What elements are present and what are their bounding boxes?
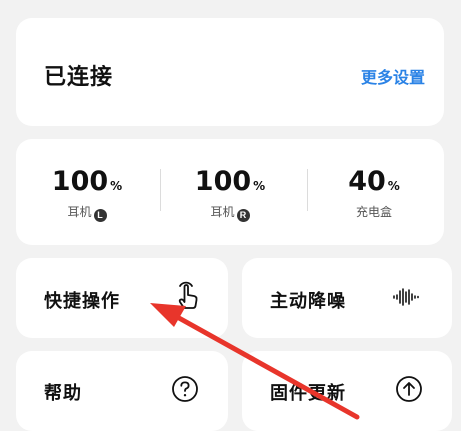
left-badge-icon: L [93, 209, 107, 222]
battery-right-earbud: 100% 耳机 R [159, 139, 301, 245]
question-circle-icon [172, 376, 198, 402]
battery-left-number: 100 [51, 166, 109, 197]
firmware-label: 固件更新 [270, 383, 346, 404]
battery-right-value: 100% [159, 166, 301, 202]
battery-case-label: 充电盒 [355, 205, 392, 219]
sound-wave-icon [393, 288, 419, 306]
battery-case-number: 40 [348, 166, 386, 197]
battery-right-label-text: 耳机 [210, 205, 235, 219]
battery-left-earbud: 100% 耳机 L [16, 139, 158, 245]
battery-right-label: 耳机 R [159, 205, 301, 222]
battery-right-number: 100 [194, 166, 252, 197]
right-badge-icon: R [236, 209, 250, 222]
battery-case: 40% 充电盒 [303, 139, 445, 245]
help-label: 帮助 [44, 383, 82, 404]
battery-left-unit: % [110, 179, 123, 193]
battery-left-label-text: 耳机 [67, 205, 92, 219]
battery-left-value: 100% [16, 166, 158, 202]
touch-gesture-icon [178, 281, 198, 309]
battery-case-unit: % [387, 179, 400, 193]
connection-status: 已连接 [44, 65, 114, 90]
shortcut-label: 快捷操作 [44, 291, 120, 312]
battery-card: 100% 耳机 L 100% 耳机 R 40% 充电盒 [16, 139, 444, 245]
shortcut-tile[interactable]: 快捷操作 [16, 258, 228, 338]
battery-case-value: 40% [303, 166, 445, 202]
anc-label: 主动降噪 [270, 291, 346, 312]
help-tile[interactable]: 帮助 [16, 351, 228, 431]
more-settings-link[interactable]: 更多设置 [361, 64, 425, 88]
battery-right-unit: % [253, 179, 266, 193]
firmware-update-tile[interactable]: 固件更新 [242, 351, 452, 431]
battery-left-label: 耳机 L [16, 205, 158, 222]
connection-card: 已连接 更多设置 [16, 18, 444, 126]
arrow-up-circle-icon [396, 376, 422, 402]
anc-tile[interactable]: 主动降噪 [242, 258, 452, 338]
